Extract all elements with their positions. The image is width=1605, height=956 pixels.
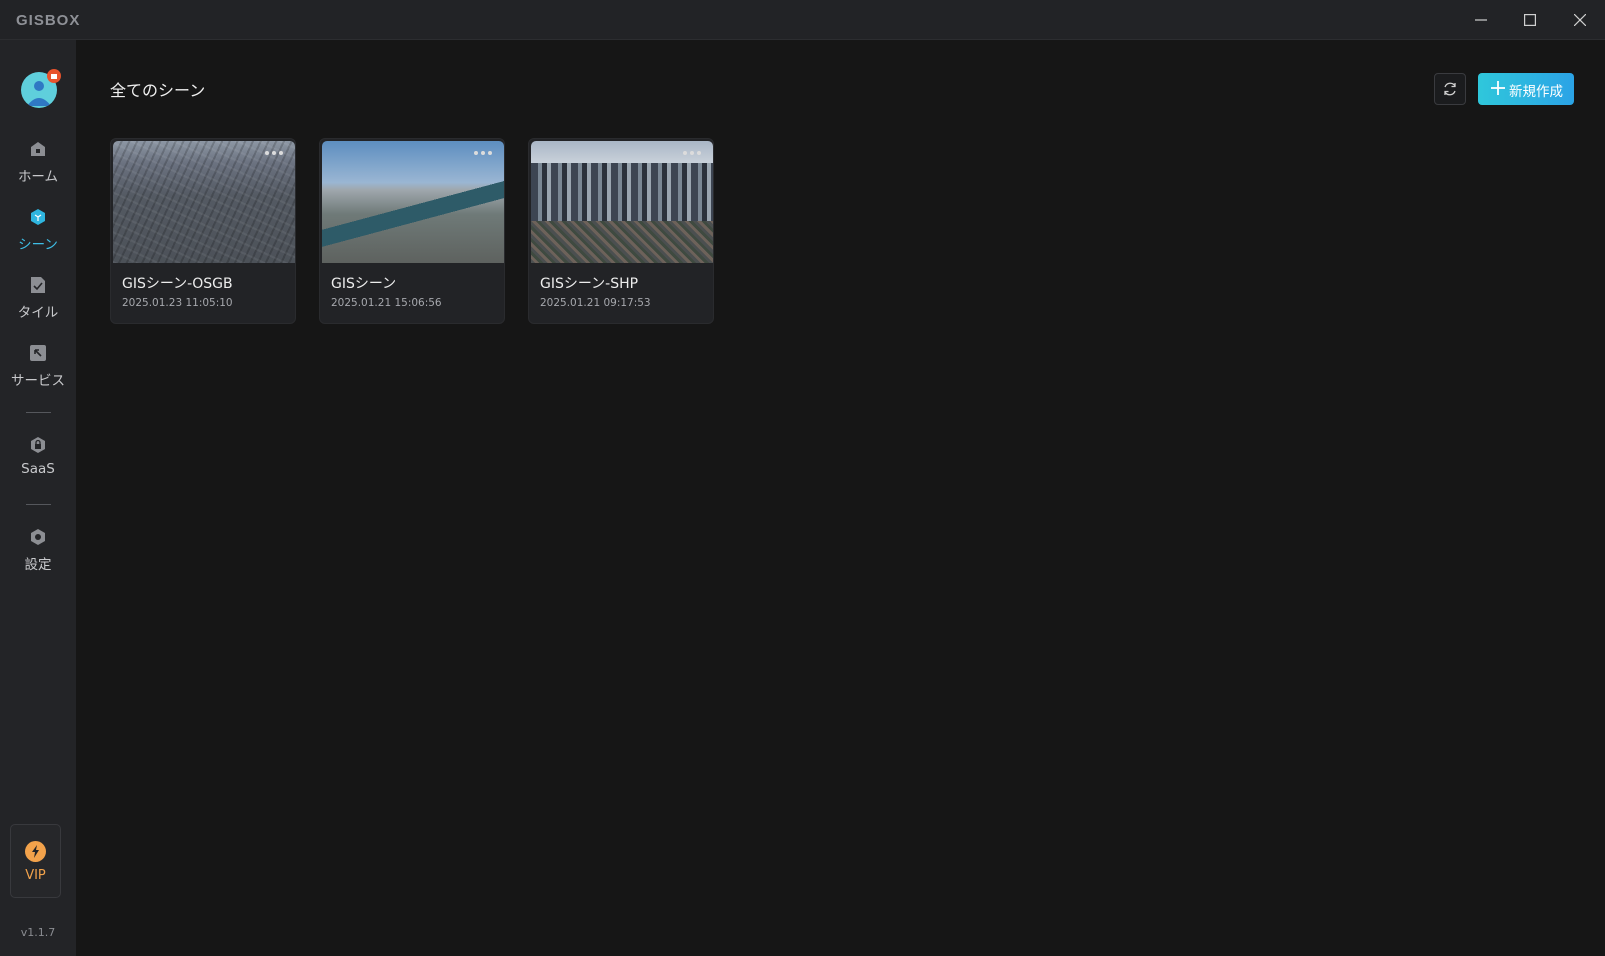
sidebar-item-label: 設定 [24,557,52,573]
app-version: v1.1.7 [20,926,56,939]
close-button[interactable] [1555,0,1605,40]
scene-timestamp: 2025.01.21 09:17:53 [540,297,651,309]
maximize-icon [1524,14,1536,26]
scene-title: GISシーン [331,276,397,292]
home-icon [31,142,45,156]
sidebar-divider [26,412,51,413]
scene-thumbnail [322,141,504,263]
settings-icon [31,529,45,545]
sidebar-item-home[interactable]: ホーム [0,140,76,200]
city-ground [531,221,713,263]
scene-card[interactable]: GISシーン 2025.01.21 15:06:56 [319,138,505,324]
plus-icon [1491,81,1505,95]
more-options-icon[interactable] [265,151,285,157]
scene-title: GISシーン-OSGB [122,276,233,292]
notification-badge[interactable] [47,69,61,83]
new-scene-button[interactable]: 新規作成 [1478,73,1574,105]
sidebar-item-label: タイル [17,305,59,321]
minimize-icon [1475,19,1487,21]
scene-card[interactable]: GISシーン-OSGB 2025.01.23 11:05:10 [110,138,296,324]
sidebar-divider [26,504,51,505]
minimize-button[interactable] [1456,0,1506,40]
sidebar-item-label: ホーム [17,169,59,185]
sidebar-item-tile[interactable]: タイル [0,276,76,336]
sidebar-item-service[interactable]: サービス [0,344,76,404]
refresh-button[interactable] [1434,73,1466,105]
sidebar-item-label: シーン [18,237,58,253]
cube-icon [31,209,45,225]
sidebar-item-settings[interactable]: 設定 [0,528,76,588]
lightning-icon [25,841,46,862]
tile-icon [31,277,45,293]
title-bar: GISBOX [0,0,1605,40]
vip-label: VIP [25,868,46,883]
scene-title: GISシーン-SHP [540,276,639,292]
sidebar-item-saas[interactable]: SaaS [0,436,76,496]
sidebar-item-label: SaaS [21,461,55,477]
flag-icon [51,74,57,79]
service-icon [30,345,46,361]
vip-button[interactable]: VIP [10,824,61,898]
scene-card[interactable]: GISシーン-SHP 2025.01.21 09:17:53 [528,138,714,324]
lock-icon [31,437,45,453]
scene-thumbnail [113,141,295,263]
new-scene-label: 新規作成 [1509,84,1563,100]
scene-timestamp: 2025.01.21 15:06:56 [331,297,442,309]
close-icon [1574,14,1586,26]
refresh-icon [1444,82,1456,96]
sidebar-item-scene[interactable]: シーン [0,208,76,268]
more-options-icon[interactable] [683,151,703,157]
page-title: 全てのシーン [110,81,206,100]
maximize-button[interactable] [1505,0,1555,40]
scene-timestamp: 2025.01.23 11:05:10 [122,297,233,309]
more-options-icon[interactable] [474,151,494,157]
scene-thumbnail [531,141,713,263]
app-logo: GISBOX [16,12,81,29]
sidebar-item-label: サービス [11,373,65,389]
sidebar: ホーム シーン タイル サービス SaaS 設定 VIP v1.1.7 [0,40,76,956]
